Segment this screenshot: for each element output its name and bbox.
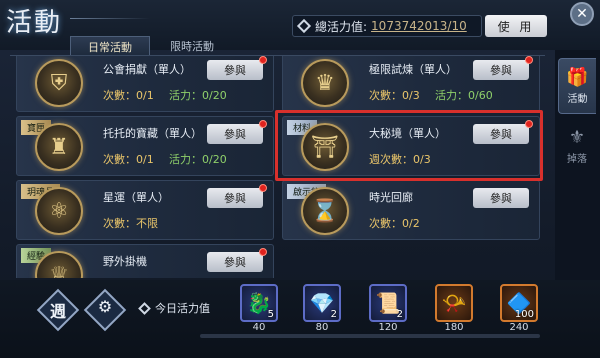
close-button[interactable]: ✕ <box>570 2 594 26</box>
reward-qty: 2 <box>330 309 337 320</box>
reward-qty: 2 <box>396 309 403 320</box>
horn-icon: 📯 <box>441 291 467 315</box>
side-tab-label: 活動 <box>567 94 588 105</box>
today-vitality: 今日活力值 <box>138 298 228 318</box>
activity-vitality: 活力：0/60 <box>435 89 493 102</box>
total-vitality-label: 總活力值: <box>315 19 368 34</box>
total-vitality-box: 總活力值: 1073742013/10 <box>292 15 482 37</box>
activity-name: 極限試煉（單人） <box>369 63 457 76</box>
activity-name: 星運（單人） <box>103 191 169 204</box>
notice-dot <box>259 184 267 192</box>
gift-icon: 🎁 <box>566 67 589 88</box>
activity-name: 公會捐獻（單人） <box>103 63 191 76</box>
reward-slot[interactable]: 🐉 5 <box>240 284 278 322</box>
join-button[interactable]: 參與 <box>207 252 263 272</box>
reward-qty: 100 <box>514 309 534 320</box>
close-icon: ✕ <box>576 6 588 22</box>
activity-name: 野外掛機 <box>103 255 147 268</box>
join-button[interactable]: 參與 <box>207 188 263 208</box>
notice-dot <box>259 248 267 256</box>
reward-points: 80 <box>315 322 329 333</box>
activity-vitality: 活力：0/20 <box>169 153 227 166</box>
notice-dot <box>525 56 533 64</box>
reward-points: 40 <box>252 322 266 333</box>
tab-limited-activities[interactable]: 限時活動 <box>152 36 232 56</box>
time-corridor-emblem-icon: ⌛ <box>301 187 349 235</box>
side-tab-drops[interactable]: ⚜ 掉落 <box>558 118 596 174</box>
reward-points: 240 <box>509 322 529 333</box>
title-decoration <box>70 18 150 19</box>
reward-slot[interactable]: 📯 <box>435 284 473 322</box>
trial-emblem-icon: ♛ <box>301 59 349 107</box>
drop-icon: ⚜ <box>568 127 586 148</box>
total-vitality-value: 1073742013/10 <box>371 19 467 33</box>
treasure-chest-icon: ♜ <box>35 123 83 171</box>
activity-card: 經驗 ♕ 野外掛機 參與 <box>16 244 274 278</box>
join-button[interactable]: 參與 <box>207 60 263 80</box>
atom-emblem-icon: ⚛ <box>35 187 83 235</box>
activity-name: 時光回廊 <box>369 191 413 204</box>
activity-count: 次數：不限 <box>103 217 158 230</box>
activity-card: ⛨ 公會捐獻（單人） 次數：0/1 活力：0/20 參與 <box>16 56 274 112</box>
activity-count: 次數：0/3 <box>369 89 420 102</box>
activity-card: ♛ 極限試煉（單人） 次數：0/3 活力：0/60 參與 <box>282 56 540 112</box>
reward-slot[interactable]: 🔷 100 <box>500 284 538 322</box>
activity-vitality: 活力：0/20 <box>169 89 227 102</box>
diamond-icon <box>296 18 312 34</box>
activity-count: 次數：0/1 <box>103 89 154 102</box>
selection-highlight <box>275 110 543 181</box>
activity-card: 啟示錄 ⌛ 時光回廊 次數：0/2 參與 <box>282 180 540 240</box>
reward-slot[interactable]: 📜 2 <box>369 284 407 322</box>
side-tab-activities[interactable]: 🎁 活動 <box>558 58 596 114</box>
join-button[interactable]: 參與 <box>207 124 263 144</box>
activity-count: 次數：0/1 <box>103 153 154 166</box>
activity-count: 次數：0/2 <box>369 217 420 230</box>
use-button[interactable]: 使 用 <box>485 15 547 37</box>
tab-daily-activities[interactable]: 日常活動 <box>70 36 150 56</box>
side-tab-label: 掉落 <box>567 154 587 165</box>
join-button[interactable]: 參與 <box>473 188 529 208</box>
join-button[interactable]: 參與 <box>473 60 529 80</box>
reward-slot[interactable]: 💎 2 <box>303 284 341 322</box>
week-label: 週 <box>49 302 66 321</box>
notice-dot <box>259 120 267 128</box>
reward-qty: 5 <box>267 309 274 320</box>
reward-points: 120 <box>378 322 398 333</box>
today-vitality-label: 今日活力值 <box>155 302 210 315</box>
page-title: 活動 <box>6 8 63 38</box>
diamond-icon <box>138 301 151 315</box>
vitality-progress-bar <box>200 334 540 338</box>
notice-dot <box>259 56 267 64</box>
activity-name: 托托的寶藏（單人） <box>103 127 202 140</box>
gear-icon: ⚙ <box>97 297 113 316</box>
activity-card: 寶匣 ♜ 托托的寶藏（單人） 次數：0/1 活力：0/20 參與 <box>16 116 274 176</box>
activity-card: 玥魂晶 ⚛ 星運（單人） 次數：不限 參與 <box>16 180 274 240</box>
guild-emblem-icon: ⛨ <box>35 59 83 107</box>
reward-points: 180 <box>444 322 464 333</box>
